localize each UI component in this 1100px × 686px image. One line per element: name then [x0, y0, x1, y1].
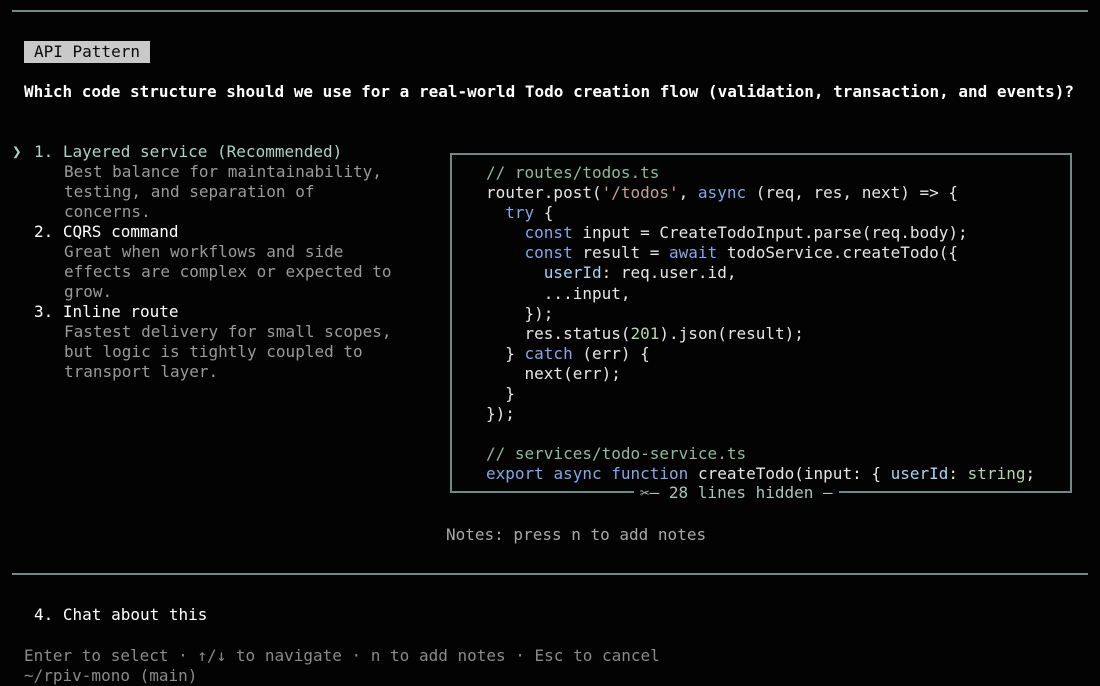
code-line: res.status(201).json(result); — [486, 324, 1035, 344]
code-token: res.status( — [486, 323, 631, 343]
selection-pointer-icon: ❯ — [12, 142, 22, 161]
option-desc: Fastest delivery for small scopes, — [64, 322, 392, 341]
option-3[interactable]: 3. Inline route Fastest delivery for sma… — [12, 302, 432, 382]
code-token: try — [505, 203, 535, 223]
code-token: : req.user.id, — [601, 263, 737, 283]
option-number: 1. — [34, 142, 54, 161]
code-token: ; — [1025, 464, 1036, 484]
question-text: Which code structure should we use for a… — [24, 82, 1074, 101]
option-2[interactable]: 2. CQRS command Great when workflows and… — [12, 222, 432, 302]
code-line: const input = CreateTodoInput.parse(req.… — [486, 223, 1035, 243]
code-token: 201 — [630, 323, 660, 343]
code-token: }); — [486, 404, 515, 424]
code-line: // routes/todos.ts — [486, 163, 1035, 183]
code-line: router.post('/todos', async (req, res, n… — [486, 183, 1035, 203]
code-token: : — [948, 464, 968, 484]
code-line: }); — [486, 404, 1035, 424]
code-block: // routes/todos.ts router.post('/todos', … — [486, 163, 1035, 485]
option-desc: grow. — [64, 282, 113, 301]
option-desc: testing, and separation of — [64, 182, 315, 201]
option-number: 3. — [34, 302, 54, 321]
code-line: next(err); — [486, 364, 1035, 384]
top-divider — [12, 10, 1088, 12]
option-1[interactable]: ❯ 1. Layered service (Recommended) Best b… — [12, 142, 432, 222]
code-line: } catch (err) { — [486, 344, 1035, 364]
code-line: userId: req.user.id, — [486, 263, 1035, 283]
repo-path: ~/rpiv-mono (main) — [24, 666, 198, 685]
code-token: router.post( — [486, 183, 602, 203]
code-token: createTodo(input: { — [688, 464, 891, 484]
code-line: ...input, — [486, 284, 1035, 304]
code-line: } — [486, 384, 1035, 404]
option-desc: Great when workflows and side — [64, 242, 344, 261]
option-desc: but logic is tightly coupled to — [64, 342, 363, 361]
code-token: ).json(result); — [659, 323, 804, 343]
code-token: string — [967, 464, 1026, 484]
code-token: } — [486, 384, 515, 404]
code-preview-panel: // routes/todos.ts router.post('/todos', … — [450, 153, 1072, 493]
code-line: export async function createTodo(input: … — [486, 464, 1035, 484]
code-token: , — [678, 183, 698, 203]
code-token: // services/todo-service.ts — [486, 444, 747, 464]
header-tag: API Pattern — [24, 41, 150, 63]
hidden-lines-indicator: ✂— 28 lines hidden — — [634, 483, 839, 503]
code-token: const — [524, 223, 573, 243]
code-token: function — [611, 464, 689, 484]
option-title: ❯ 1. Layered service (Recommended) — [12, 142, 432, 162]
code-token: } — [486, 343, 525, 363]
code-line: try { — [486, 203, 1035, 223]
option-desc: effects are complex or expected to — [64, 262, 392, 281]
code-token: { — [534, 203, 554, 223]
code-token: // routes/todos.ts — [486, 163, 660, 182]
option-desc: Best balance for maintainability, — [64, 162, 382, 181]
option-title: 3. Inline route — [12, 302, 432, 322]
option-number: 2. — [34, 222, 54, 241]
option-label: CQRS command — [62, 222, 179, 241]
code-line: const result = await todoService.createT… — [486, 243, 1035, 263]
code-line: // services/todo-service.ts — [486, 444, 1035, 464]
option-label: Layered service (Recommended) — [62, 142, 343, 161]
bottom-divider — [12, 573, 1088, 575]
code-token: await — [669, 243, 718, 263]
option-label: Inline route — [62, 302, 179, 321]
code-token: (err) { — [572, 343, 650, 363]
code-token: catch — [524, 343, 573, 363]
code-token: userId — [543, 263, 602, 283]
code-token: }); — [486, 303, 554, 323]
code-token: async — [553, 464, 602, 484]
notes-hint: Notes: press n to add notes — [446, 525, 707, 544]
code-token: ...input, — [486, 283, 631, 303]
code-token: async — [697, 183, 747, 203]
code-token: userId — [890, 464, 949, 484]
code-token: input = CreateTodoInput.parse(req.body); — [572, 223, 968, 243]
code-line: }); — [486, 304, 1035, 324]
options-list: ❯ 1. Layered service (Recommended) Best b… — [12, 142, 432, 382]
code-token: '/todos' — [601, 183, 679, 203]
keyboard-help: Enter to select · ↑/↓ to navigate · n to… — [24, 646, 660, 665]
code-token: const — [524, 243, 573, 263]
code-token: todoService.createTodo({ — [717, 243, 959, 263]
code-token: (req, res, next) => { — [746, 183, 959, 203]
option-desc: concerns. — [64, 202, 151, 221]
code-token: next(err); — [486, 363, 621, 383]
code-token: result = — [572, 243, 670, 263]
option-desc: transport layer. — [64, 362, 219, 381]
chat-option[interactable]: 4. Chat about this — [34, 605, 207, 625]
option-title: 2. CQRS command — [12, 222, 432, 242]
code-token: export — [486, 464, 544, 484]
